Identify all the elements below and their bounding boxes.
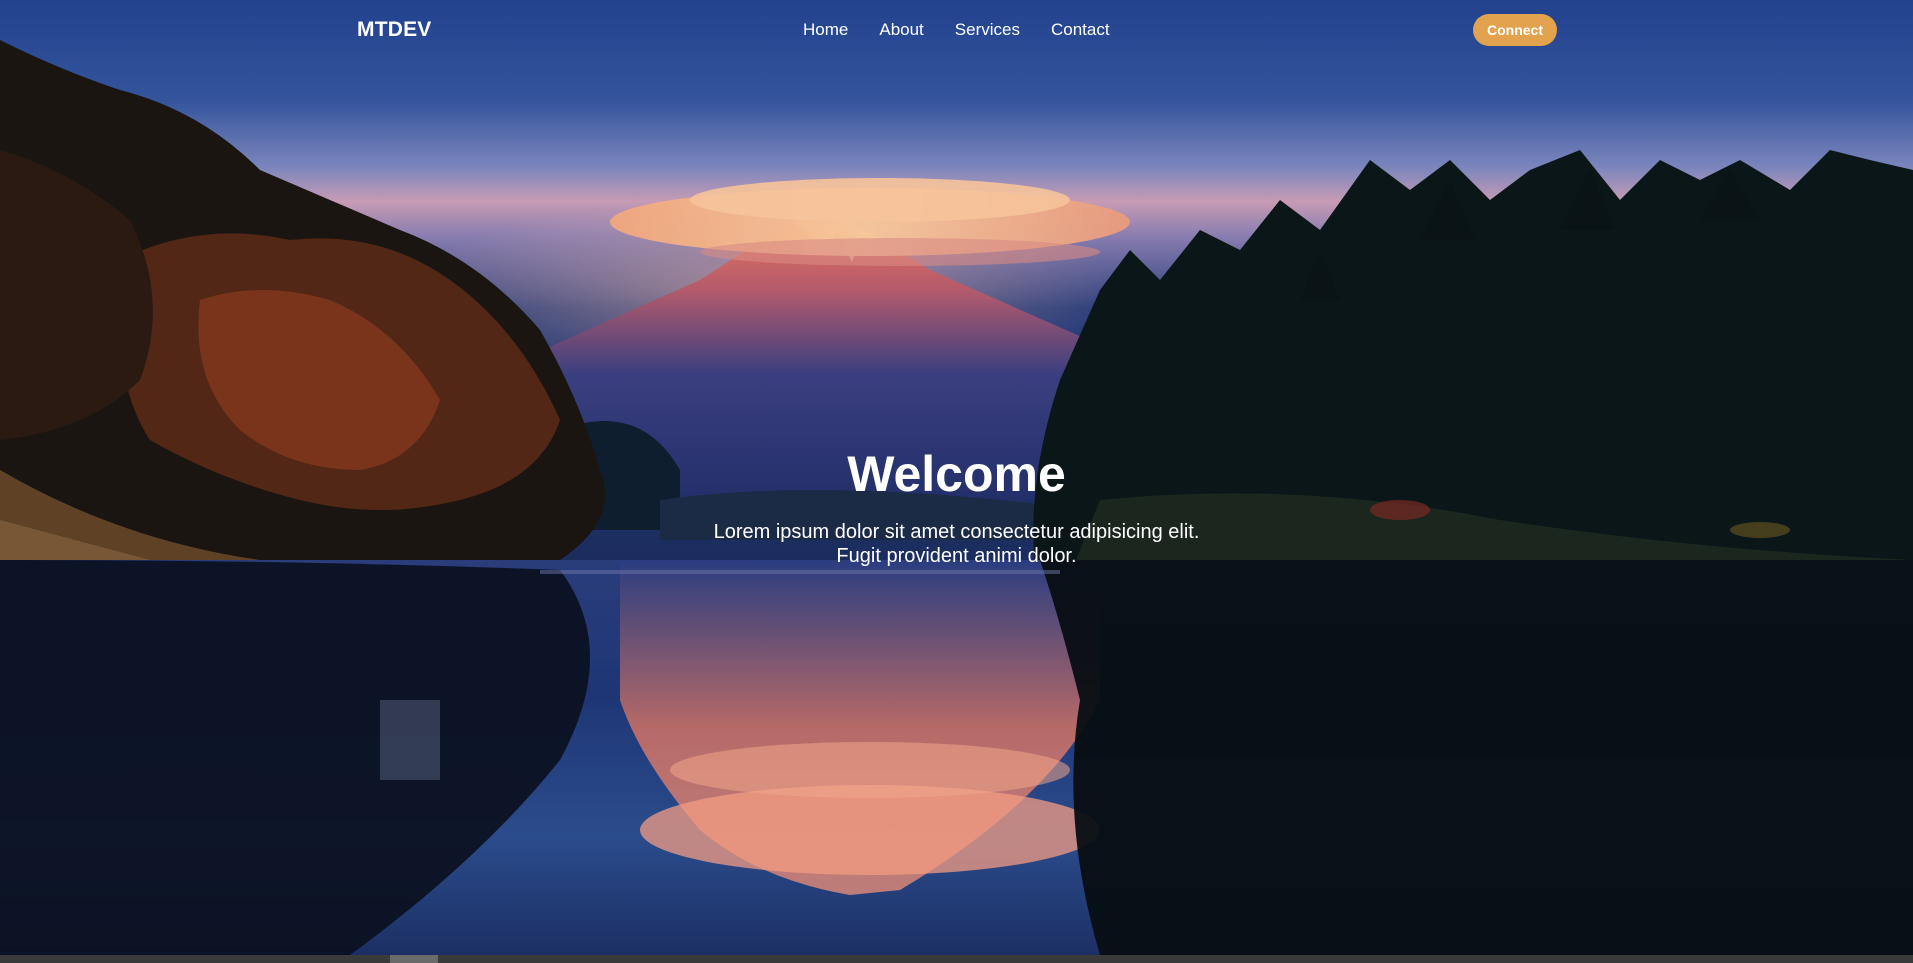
scrollbar-thumb[interactable] <box>390 955 438 963</box>
top-navbar: MTDEV Home About Services Contact Connec… <box>0 0 1913 60</box>
landing-page: MTDEV Home About Services Contact Connec… <box>0 0 1913 963</box>
nav-links: Home About Services Contact <box>803 20 1110 40</box>
site-logo[interactable]: MTDEV <box>357 18 432 42</box>
hero-description-line-2: Fugit provident animi dolor. <box>836 545 1077 567</box>
nav-link-home[interactable]: Home <box>803 20 848 40</box>
nav-link-about[interactable]: About <box>879 20 923 40</box>
hero-title: Welcome <box>847 446 1066 502</box>
connect-button[interactable]: Connect <box>1473 14 1557 46</box>
nav-link-services[interactable]: Services <box>955 20 1020 40</box>
hero-description: Lorem ipsum dolor sit amet consectetur a… <box>0 520 1913 568</box>
hero-description-line-1: Lorem ipsum dolor sit amet consectetur a… <box>713 521 1200 543</box>
nav-link-contact[interactable]: Contact <box>1051 20 1110 40</box>
horizontal-scrollbar[interactable] <box>0 955 1913 963</box>
